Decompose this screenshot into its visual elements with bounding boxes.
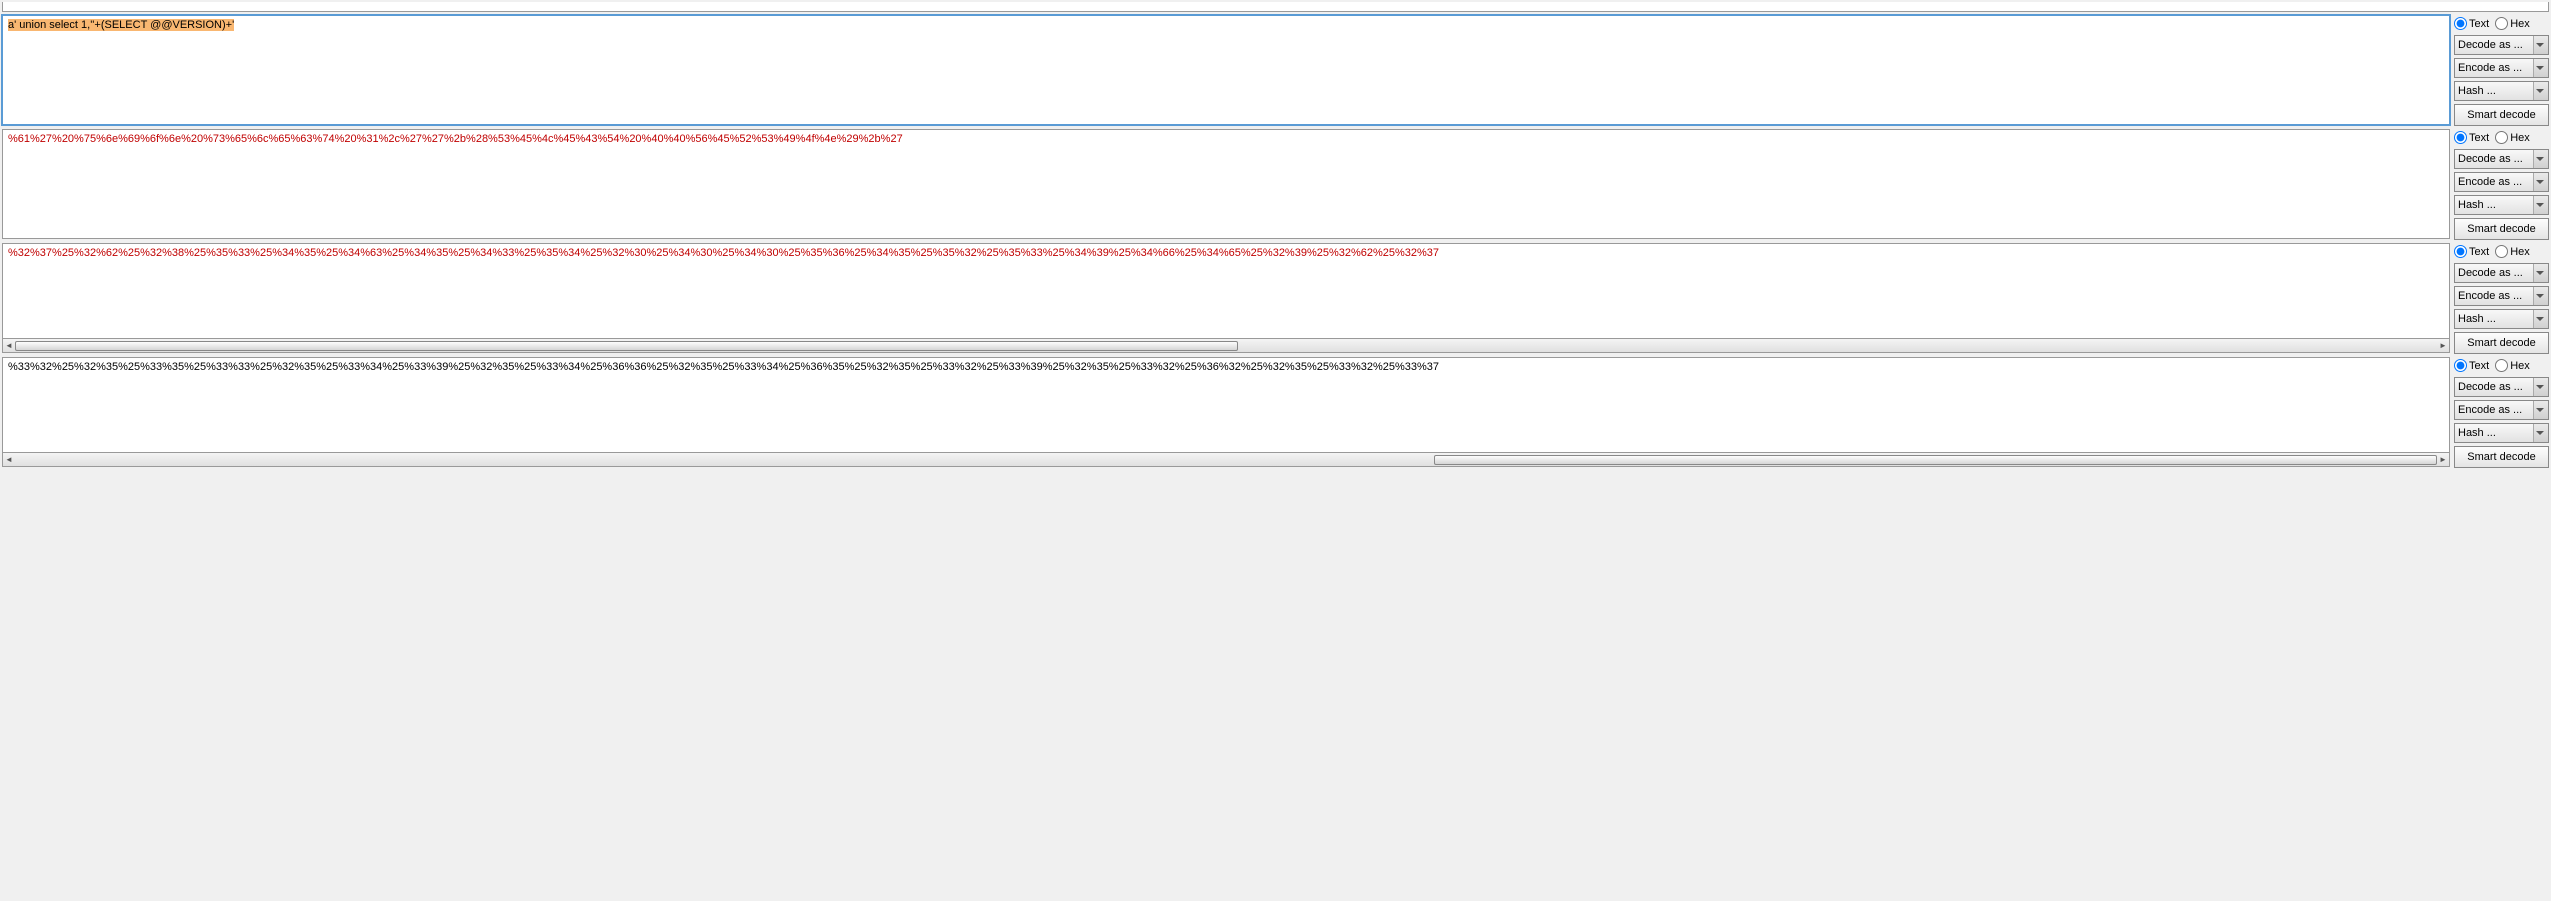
hash-label: Hash ... bbox=[2458, 85, 2496, 97]
radio-hex-caption: Hex bbox=[2510, 132, 2530, 144]
decoder-text-area[interactable]: %33%32%25%32%35%25%33%35%25%33%33%25%32%… bbox=[2, 357, 2450, 453]
dropdown-arrow-icon bbox=[2533, 264, 2548, 282]
decode-as-dropdown[interactable]: Decode as ... bbox=[2454, 263, 2549, 283]
hash-dropdown[interactable]: Hash ... bbox=[2454, 309, 2549, 329]
smart-decode-button[interactable]: Smart decode bbox=[2454, 218, 2549, 240]
radio-text-label[interactable]: Text bbox=[2454, 359, 2489, 372]
radio-hex-label[interactable]: Hex bbox=[2495, 359, 2530, 372]
encode-as-dropdown[interactable]: Encode as ... bbox=[2454, 400, 2549, 420]
controls-column: Text Hex Decode as ... Encode as ... Has… bbox=[2454, 129, 2549, 240]
smart-decode-button[interactable]: Smart decode bbox=[2454, 332, 2549, 354]
dropdown-arrow-icon bbox=[2533, 196, 2548, 214]
dropdown-arrow-icon bbox=[2533, 36, 2548, 54]
decode-as-dropdown[interactable]: Decode as ... bbox=[2454, 149, 2549, 169]
smart-decode-button[interactable]: Smart decode bbox=[2454, 446, 2549, 468]
hash-label: Hash ... bbox=[2458, 313, 2496, 325]
radio-text[interactable] bbox=[2454, 131, 2467, 144]
radio-text-caption: Text bbox=[2469, 132, 2489, 144]
controls-column: Text Hex Decode as ... Encode as ... Has… bbox=[2454, 243, 2549, 354]
dropdown-arrow-icon bbox=[2533, 310, 2548, 328]
decoder-panel-row: a' union select 1,''+(SELECT @@VERSION)+… bbox=[2, 15, 2549, 126]
encode-as-label: Encode as ... bbox=[2458, 290, 2522, 302]
decoder-panel-row: %61%27%20%75%6e%69%6f%6e%20%73%65%6c%65%… bbox=[2, 129, 2549, 240]
encode-as-label: Encode as ... bbox=[2458, 62, 2522, 74]
radio-hex[interactable] bbox=[2495, 131, 2508, 144]
horizontal-scrollbar[interactable]: ◄► bbox=[2, 339, 2450, 353]
radio-text-caption: Text bbox=[2469, 18, 2489, 30]
scroll-left-icon[interactable]: ◄ bbox=[3, 340, 15, 352]
horizontal-scrollbar[interactable]: ◄► bbox=[2, 453, 2450, 467]
encode-as-dropdown[interactable]: Encode as ... bbox=[2454, 172, 2549, 192]
hash-dropdown[interactable]: Hash ... bbox=[2454, 81, 2549, 101]
radio-text-label[interactable]: Text bbox=[2454, 17, 2489, 30]
decode-as-label: Decode as ... bbox=[2458, 267, 2523, 279]
hash-label: Hash ... bbox=[2458, 199, 2496, 211]
radio-text-label[interactable]: Text bbox=[2454, 245, 2489, 258]
decode-as-dropdown[interactable]: Decode as ... bbox=[2454, 35, 2549, 55]
dropdown-arrow-icon bbox=[2533, 287, 2548, 305]
highlighted-text: a' union select 1,''+(SELECT @@VERSION)+… bbox=[8, 19, 234, 31]
radio-text-caption: Text bbox=[2469, 246, 2489, 258]
decoder-panel-row: %33%32%25%32%35%25%33%35%25%33%33%25%32%… bbox=[2, 357, 2549, 468]
radio-hex[interactable] bbox=[2495, 359, 2508, 372]
decoder-panel-row: %32%37%25%32%62%25%32%38%25%35%33%25%34%… bbox=[2, 243, 2549, 354]
radio-text[interactable] bbox=[2454, 359, 2467, 372]
radio-hex-caption: Hex bbox=[2510, 18, 2530, 30]
format-radio-group: Text Hex bbox=[2454, 359, 2549, 372]
scroll-right-icon[interactable]: ► bbox=[2437, 340, 2449, 352]
decoder-text-area[interactable]: %32%37%25%32%62%25%32%38%25%35%33%25%34%… bbox=[2, 243, 2450, 339]
dropdown-arrow-icon bbox=[2533, 150, 2548, 168]
top-strip bbox=[2, 2, 2549, 12]
scroll-left-icon[interactable]: ◄ bbox=[3, 454, 15, 466]
radio-text[interactable] bbox=[2454, 17, 2467, 30]
text-area-wrapper: a' union select 1,''+(SELECT @@VERSION)+… bbox=[2, 15, 2450, 126]
decode-as-label: Decode as ... bbox=[2458, 39, 2523, 51]
dropdown-arrow-icon bbox=[2533, 82, 2548, 100]
decode-as-label: Decode as ... bbox=[2458, 381, 2523, 393]
encode-as-dropdown[interactable]: Encode as ... bbox=[2454, 286, 2549, 306]
controls-column: Text Hex Decode as ... Encode as ... Has… bbox=[2454, 15, 2549, 126]
decode-as-dropdown[interactable]: Decode as ... bbox=[2454, 377, 2549, 397]
text-area-wrapper: %33%32%25%32%35%25%33%35%25%33%33%25%32%… bbox=[2, 357, 2450, 468]
format-radio-group: Text Hex bbox=[2454, 131, 2549, 144]
hash-dropdown[interactable]: Hash ... bbox=[2454, 423, 2549, 443]
encode-as-label: Encode as ... bbox=[2458, 404, 2522, 416]
hash-dropdown[interactable]: Hash ... bbox=[2454, 195, 2549, 215]
radio-text-label[interactable]: Text bbox=[2454, 131, 2489, 144]
dropdown-arrow-icon bbox=[2533, 378, 2548, 396]
dropdown-arrow-icon bbox=[2533, 173, 2548, 191]
radio-hex-label[interactable]: Hex bbox=[2495, 17, 2530, 30]
radio-text[interactable] bbox=[2454, 245, 2467, 258]
radio-hex-label[interactable]: Hex bbox=[2495, 245, 2530, 258]
smart-decode-button[interactable]: Smart decode bbox=[2454, 104, 2549, 126]
controls-column: Text Hex Decode as ... Encode as ... Has… bbox=[2454, 357, 2549, 468]
format-radio-group: Text Hex bbox=[2454, 17, 2549, 30]
radio-hex-label[interactable]: Hex bbox=[2495, 131, 2530, 144]
decoder-text-area[interactable]: a' union select 1,''+(SELECT @@VERSION)+… bbox=[2, 15, 2450, 125]
scrollbar-thumb[interactable] bbox=[1434, 455, 2437, 465]
text-area-wrapper: %32%37%25%32%62%25%32%38%25%35%33%25%34%… bbox=[2, 243, 2450, 354]
radio-text-caption: Text bbox=[2469, 360, 2489, 372]
scrollbar-thumb[interactable] bbox=[15, 341, 1238, 351]
hash-label: Hash ... bbox=[2458, 427, 2496, 439]
radio-hex-caption: Hex bbox=[2510, 246, 2530, 258]
dropdown-arrow-icon bbox=[2533, 401, 2548, 419]
encode-as-dropdown[interactable]: Encode as ... bbox=[2454, 58, 2549, 78]
radio-hex[interactable] bbox=[2495, 17, 2508, 30]
radio-hex-caption: Hex bbox=[2510, 360, 2530, 372]
scroll-right-icon[interactable]: ► bbox=[2437, 454, 2449, 466]
dropdown-arrow-icon bbox=[2533, 424, 2548, 442]
encode-as-label: Encode as ... bbox=[2458, 176, 2522, 188]
decoder-text-area[interactable]: %61%27%20%75%6e%69%6f%6e%20%73%65%6c%65%… bbox=[2, 129, 2450, 239]
format-radio-group: Text Hex bbox=[2454, 245, 2549, 258]
decode-as-label: Decode as ... bbox=[2458, 153, 2523, 165]
text-area-wrapper: %61%27%20%75%6e%69%6f%6e%20%73%65%6c%65%… bbox=[2, 129, 2450, 240]
radio-hex[interactable] bbox=[2495, 245, 2508, 258]
dropdown-arrow-icon bbox=[2533, 59, 2548, 77]
